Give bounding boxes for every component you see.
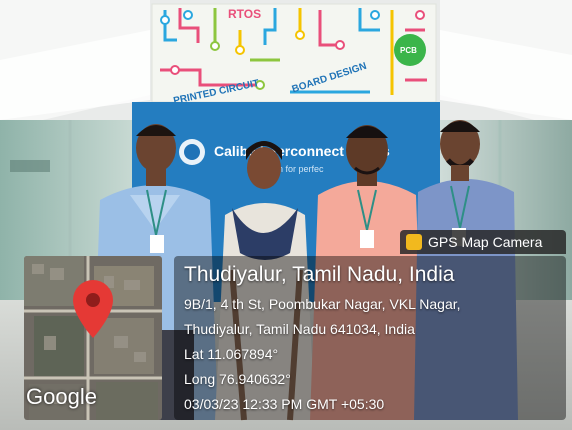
address-line-2: Thudiyalur, Tamil Nadu 641034, India	[184, 321, 415, 337]
latitude: Lat 11.067894°	[184, 346, 279, 362]
gps-app-badge: GPS Map Camera	[400, 230, 566, 254]
google-map-logo: Google	[26, 384, 97, 409]
place-title: Thudiyalur, Tamil Nadu, India	[184, 263, 455, 286]
timestamp: 03/03/23 12:33 PM GMT +05:30	[184, 396, 385, 412]
board-label-pcb: PCB	[400, 46, 417, 55]
longitude: Long 76.940632°	[184, 371, 291, 387]
map-pin-app-icon	[406, 234, 422, 250]
address-line-1: 9B/1, 4 th St, Poombukar Nagar, VKL Naga…	[184, 296, 461, 312]
gps-app-name: GPS Map Camera	[428, 234, 543, 250]
board-label-rtos: RTOS	[228, 7, 261, 21]
banner-tagline: n for perfec	[278, 164, 324, 174]
